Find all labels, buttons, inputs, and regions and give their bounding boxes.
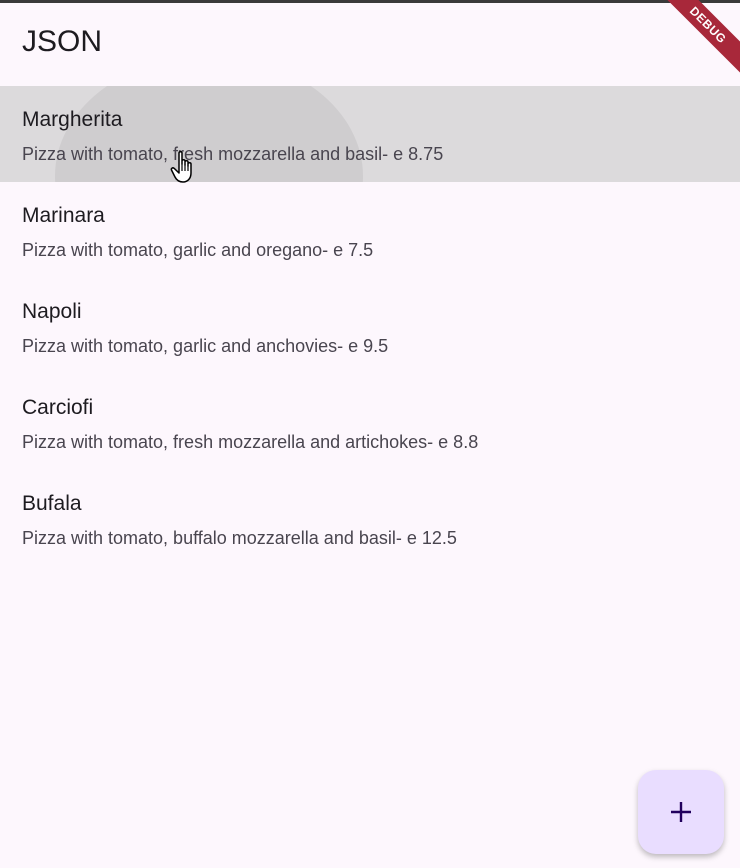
pizza-description: Pizza with tomato, buffalo mozzarella an…	[22, 528, 457, 548]
pizza-name: Napoli	[22, 300, 82, 323]
list-item[interactable]: Marinara Pizza with tomato, garlic and o…	[0, 182, 740, 278]
hand-pointer-icon	[170, 150, 192, 183]
pizza-description: Pizza with tomato, garlic and anchovies-…	[22, 336, 389, 356]
pizza-name: Carciofi	[22, 396, 94, 419]
pizza-description: Pizza with tomato, fresh mozzarella and …	[22, 144, 444, 164]
add-pizza-button[interactable]	[638, 770, 724, 854]
pizza-description: Pizza with tomato, fresh mozzarella and …	[22, 432, 479, 452]
pizza-name: Marinara	[22, 204, 105, 227]
list-item[interactable]: Margherita Pizza with tomato, fresh mozz…	[0, 86, 740, 182]
pizza-name: Margherita	[22, 108, 123, 131]
app-bar: JSON	[0, 3, 740, 86]
ripple-effect	[55, 86, 363, 182]
plus-icon	[671, 802, 691, 822]
app-screen: JSON DEBUG Margherita Pizza with tomato,…	[0, 0, 740, 868]
list-item[interactable]: Bufala Pizza with tomato, buffalo mozzar…	[0, 470, 740, 566]
app-title: JSON	[22, 25, 103, 58]
pizza-name: Bufala	[22, 492, 82, 515]
pizza-description: Pizza with tomato, garlic and oregano- e…	[22, 240, 374, 260]
list-item[interactable]: Carciofi Pizza with tomato, fresh mozzar…	[0, 374, 740, 470]
list-item[interactable]: Napoli Pizza with tomato, garlic and anc…	[0, 278, 740, 374]
pizza-list: Margherita Pizza with tomato, fresh mozz…	[0, 86, 740, 566]
